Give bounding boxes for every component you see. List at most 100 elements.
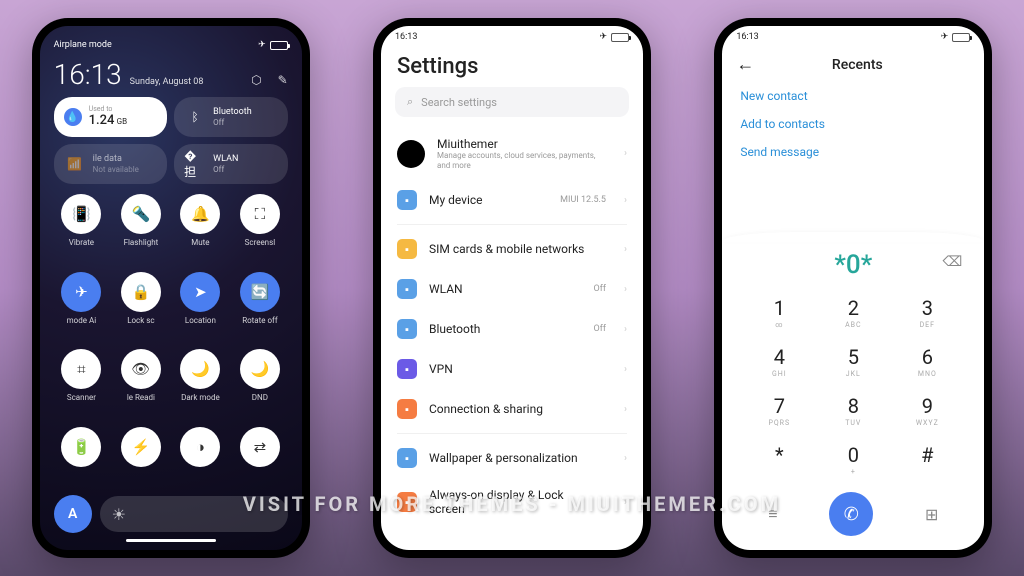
- qs-toggle[interactable]: 🌙Dark mode: [173, 349, 229, 421]
- qs-toggle[interactable]: 🌙DND: [232, 349, 288, 421]
- keypad-key[interactable]: #: [890, 435, 964, 484]
- settings-row[interactable]: ▪VPN›: [381, 349, 643, 389]
- settings-row[interactable]: ▪Always-on display & Lock screen›: [381, 478, 643, 526]
- settings-row[interactable]: ▪Wallpaper & personalization›: [381, 438, 643, 478]
- settings-row[interactable]: ▪Connection & sharing›: [381, 389, 643, 429]
- qs-icon: 🔦: [121, 194, 161, 234]
- keypad-key[interactable]: 2ABC: [816, 288, 890, 337]
- dialer-screen: 16:13 ✈ ← Recents New contactAdd to cont…: [722, 26, 984, 550]
- qs-toggle[interactable]: ➤Location: [173, 272, 229, 344]
- settings-row[interactable]: ▪My deviceMIUI 12.5.5›: [381, 180, 643, 220]
- qs-toggle[interactable]: 🔒Lock sc: [113, 272, 169, 344]
- backspace-icon[interactable]: ⌫: [943, 254, 963, 270]
- mobile-sub: Not available: [93, 165, 139, 175]
- dialpad-icon[interactable]: ⊞: [925, 505, 938, 524]
- settings-row[interactable]: ▪SIM cards & mobile networks›: [381, 229, 643, 269]
- qs-toggle[interactable]: 🔦Flashlight: [113, 194, 169, 266]
- row-label: VPN: [429, 362, 594, 376]
- key-letters: ABC: [845, 321, 861, 329]
- keypad-key[interactable]: 4GHI: [742, 337, 816, 386]
- data-value: 1.24: [89, 113, 115, 128]
- wlan-label: WLAN: [213, 154, 238, 165]
- control-center-screen: Airplane mode ✈ 16:13 Sunday, August 08 …: [40, 26, 302, 550]
- qs-toggle[interactable]: 👁le Readi: [113, 349, 169, 421]
- qs-icon: ⇄: [240, 427, 280, 467]
- sun-icon: ☀: [112, 505, 126, 524]
- qs-icon: 🔔: [180, 194, 220, 234]
- keypad-key[interactable]: 0+: [816, 435, 890, 484]
- status-time: 16:13: [736, 32, 758, 42]
- keypad-key[interactable]: *: [742, 435, 816, 484]
- back-button[interactable]: ←: [736, 54, 754, 75]
- account-row[interactable]: Miuithemer Manage accounts, cloud servic…: [381, 127, 643, 180]
- search-placeholder: Search settings: [421, 96, 497, 109]
- qs-toggle[interactable]: ✈mode Ai: [54, 272, 110, 344]
- status-bar: Airplane mode ✈: [54, 40, 288, 50]
- call-button[interactable]: ✆: [829, 492, 873, 536]
- status-label: Airplane mode: [54, 40, 112, 50]
- phone-settings: 16:13 ✈ Settings ⌕ Search settings Miuit…: [373, 18, 651, 558]
- brightness-slider[interactable]: ☀: [100, 496, 288, 532]
- qs-icon: 🔄: [240, 272, 280, 312]
- keypad-key[interactable]: 1∞: [742, 288, 816, 337]
- qs-label: Scanner: [67, 393, 96, 402]
- row-value: Off: [594, 284, 606, 294]
- keypad-key[interactable]: 7PQRS: [742, 386, 816, 435]
- dial-display: *0* ⌫: [722, 242, 984, 284]
- row-label: Bluetooth: [429, 322, 582, 336]
- chevron-right-icon: ›: [624, 284, 627, 295]
- bluetooth-sub: Off: [213, 118, 252, 128]
- qs-icon: 👁: [121, 349, 161, 389]
- qs-label: Location: [185, 316, 216, 325]
- contact-action[interactable]: Add to contacts: [740, 117, 966, 131]
- keypad-key[interactable]: 3DEF: [890, 288, 964, 337]
- keypad-key[interactable]: 5JKL: [816, 337, 890, 386]
- page-title: Settings: [381, 44, 643, 87]
- qs-toggle[interactable]: ⚡: [113, 427, 169, 490]
- qs-toggle[interactable]: 🔋: [54, 427, 110, 490]
- auto-brightness-button[interactable]: A: [54, 495, 92, 533]
- row-label: SIM cards & mobile networks: [429, 242, 594, 256]
- wlan-tile[interactable]: �担 WLAN Off: [174, 144, 288, 184]
- data-usage-tile[interactable]: 💧 Used to 1.24 GB: [54, 97, 168, 137]
- chevron-right-icon: ›: [624, 404, 627, 415]
- account-name: Miuithemer: [437, 137, 606, 151]
- keypad-key[interactable]: 8TUV: [816, 386, 890, 435]
- settings-row[interactable]: ▪WLANOff›: [381, 269, 643, 309]
- qs-toggle[interactable]: ⛶Screensl: [232, 194, 288, 266]
- edit-icon[interactable]: ✎: [278, 73, 288, 87]
- clock-time: 16:13: [54, 58, 122, 91]
- qs-icon: 🔋: [61, 427, 101, 467]
- battery-icon: ✈: [599, 32, 629, 42]
- qs-toggle[interactable]: ⌗ Scanner: [54, 349, 110, 421]
- key-number: 4: [774, 345, 785, 369]
- key-number: 2: [848, 296, 859, 320]
- bluetooth-tile[interactable]: ᛒ Bluetooth Off: [174, 97, 288, 137]
- keypad-key[interactable]: 9WXYZ: [890, 386, 964, 435]
- qs-label: Vibrate: [69, 238, 94, 247]
- qs-toggle[interactable]: 📳Vibrate: [54, 194, 110, 266]
- home-indicator[interactable]: [126, 539, 216, 542]
- contact-action[interactable]: New contact: [740, 89, 966, 103]
- wlan-sub: Off: [213, 165, 238, 175]
- row-label: Always-on display & Lock screen: [429, 488, 594, 516]
- key-letters: WXYZ: [916, 419, 939, 427]
- qs-icon: 🔒: [121, 272, 161, 312]
- menu-icon[interactable]: ≡: [768, 504, 777, 524]
- qs-toggle[interactable]: ⇄: [232, 427, 288, 490]
- chevron-right-icon: ›: [624, 324, 627, 335]
- qs-icon: ⌗: [61, 349, 101, 389]
- keypad-key[interactable]: 6MNO: [890, 337, 964, 386]
- settings-icon[interactable]: ⬡: [251, 73, 261, 87]
- qs-icon: ⚡: [121, 427, 161, 467]
- data-sub: Used to: [89, 105, 127, 113]
- mobile-data-tile[interactable]: 📶 ile data Not available: [54, 144, 168, 184]
- qs-toggle[interactable]: 🔄Rotate off: [232, 272, 288, 344]
- contact-action[interactable]: Send message: [740, 145, 966, 159]
- avatar-icon: [397, 140, 425, 168]
- qs-toggle[interactable]: 🔔Mute: [173, 194, 229, 266]
- status-bar: 16:13 ✈: [381, 26, 643, 44]
- qs-toggle[interactable]: ◑: [173, 427, 229, 490]
- settings-row[interactable]: ▪BluetoothOff›: [381, 309, 643, 349]
- search-input[interactable]: ⌕ Search settings: [395, 87, 629, 117]
